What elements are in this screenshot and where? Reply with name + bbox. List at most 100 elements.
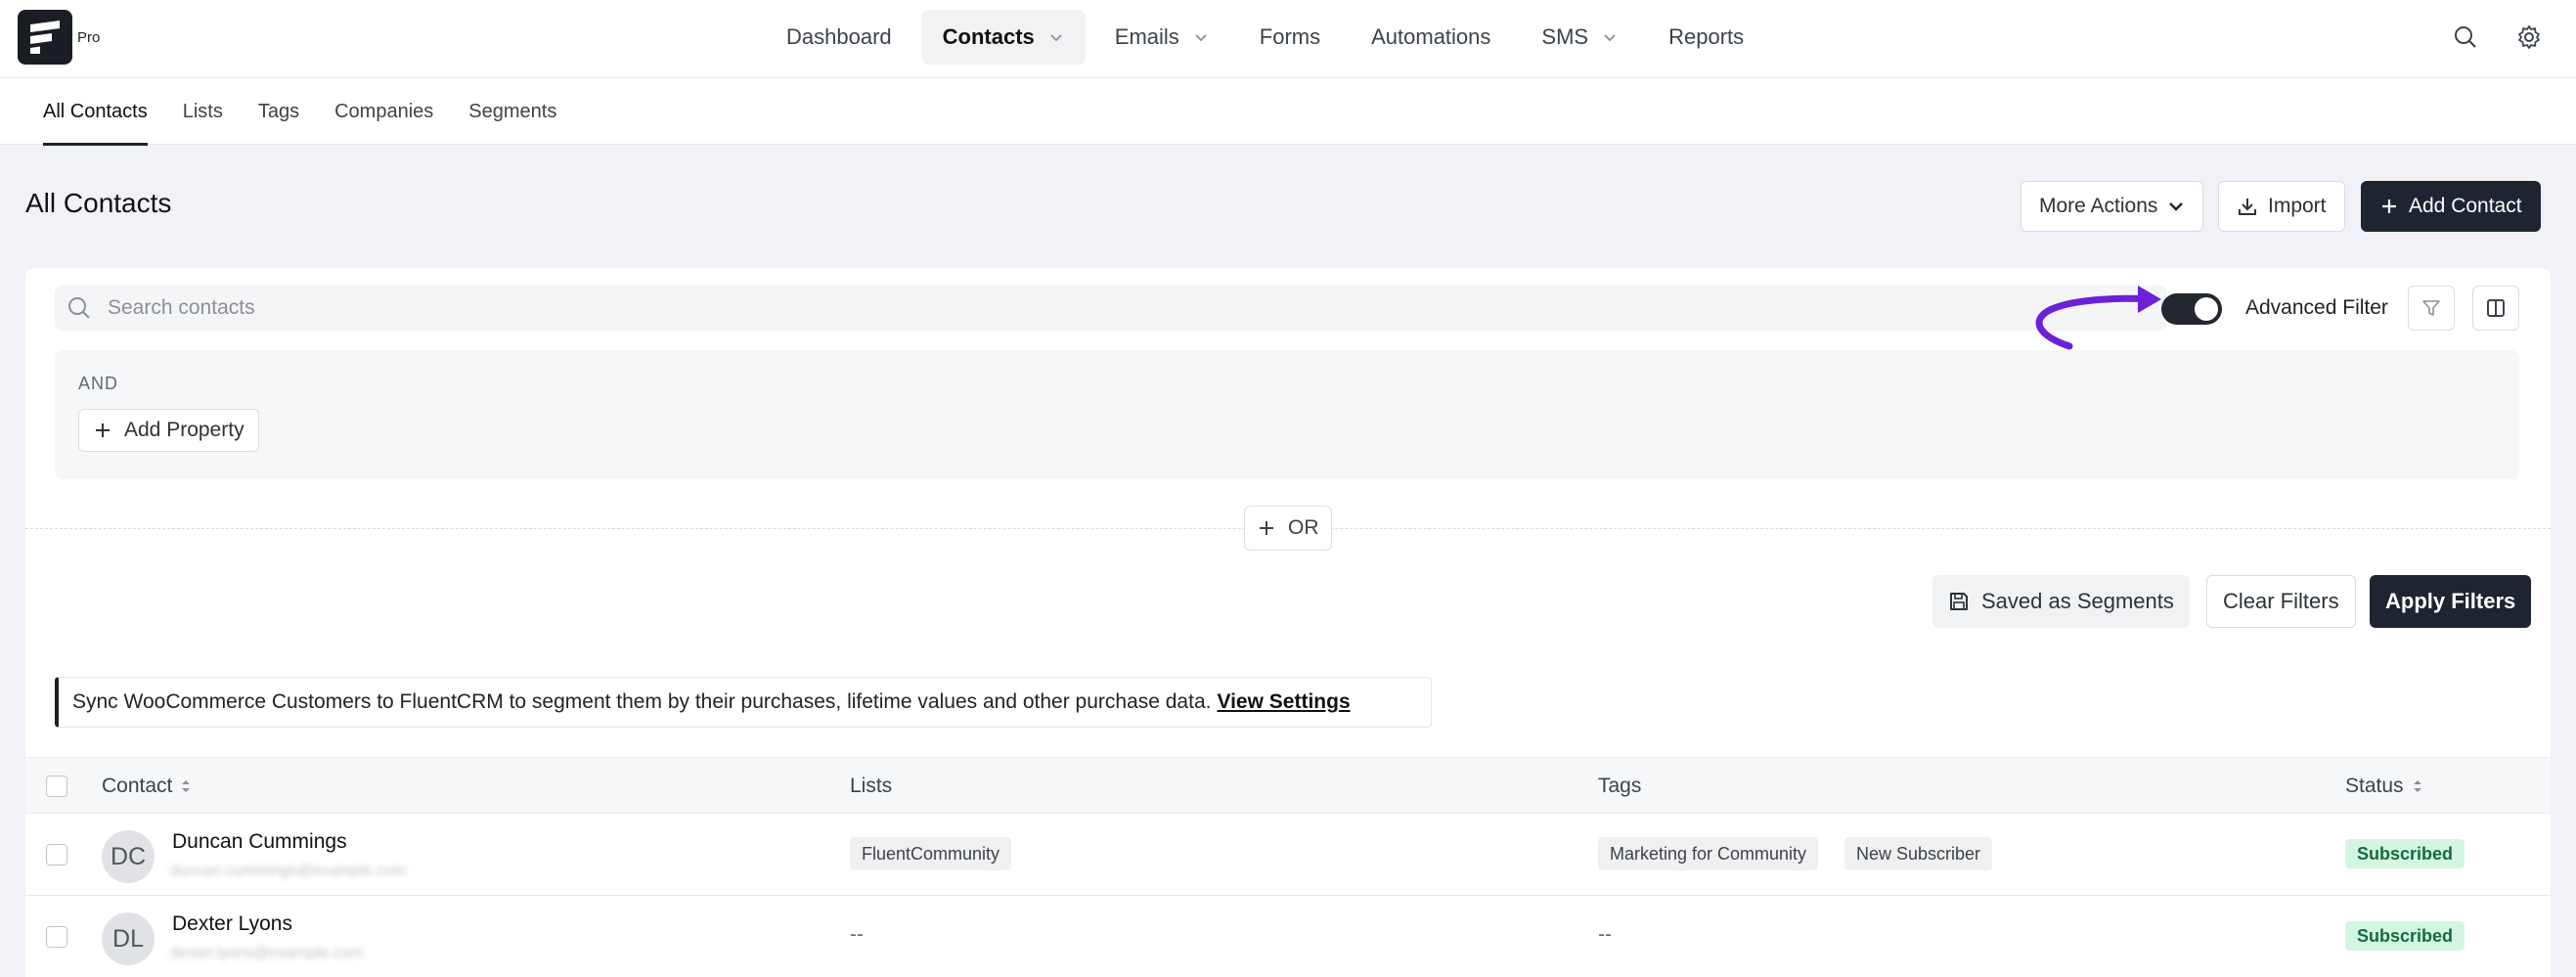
avatar: DC (102, 830, 155, 883)
search-bar (55, 286, 2167, 331)
plus-icon (96, 423, 110, 437)
notice-text: Sync WooCommerce Customers to FluentCRM … (72, 690, 1212, 713)
lists-empty: -- (850, 923, 864, 946)
saved-as-segments-label: Saved as Segments (1981, 589, 2174, 613)
status-badge: Subscribed (2345, 921, 2465, 951)
table-row[interactable]: DC Duncan Cummings duncan.cummings@examp… (25, 814, 2551, 896)
contacts-card: Advanced Filter AND Add Property OR Save… (25, 268, 2551, 977)
filter-icon (2422, 300, 2440, 316)
nav-label: Reports (1668, 24, 1745, 49)
add-property-button[interactable]: Add Property (78, 409, 259, 452)
nav-label: Emails (1114, 24, 1179, 49)
tab-all-contacts[interactable]: All Contacts (43, 78, 148, 146)
search-icon (2455, 26, 2476, 48)
annotation-arrow-icon (2035, 286, 2161, 350)
fluentcrm-logo[interactable] (18, 10, 72, 65)
row-checkbox[interactable] (46, 844, 67, 866)
contacts-subnav: All Contacts Lists Tags Companies Segmen… (0, 78, 2576, 146)
list-badge: FluentCommunity (850, 837, 1012, 870)
add-or-group-button[interactable]: OR (1244, 506, 1332, 551)
nav-label: Forms (1259, 24, 1321, 49)
columns-icon (2487, 299, 2505, 317)
tags-empty: -- (1598, 923, 1612, 946)
view-settings-link[interactable]: View Settings (1217, 690, 1350, 714)
sort-icon (2412, 778, 2423, 794)
advanced-filter-label: Advanced Filter (2245, 296, 2388, 319)
top-navigation-bar: Pro Dashboard Contacts Emails Forms Auto… (0, 0, 2576, 78)
column-label: Lists (850, 775, 893, 797)
nav-label: Automations (1371, 24, 1491, 49)
contact-name[interactable]: Dexter Lyons (172, 912, 292, 936)
search-icon (68, 297, 90, 319)
contact-email: dexter.lyons@example.com (170, 945, 363, 961)
row-checkbox[interactable] (46, 926, 67, 948)
nav-label: Dashboard (786, 24, 892, 49)
download-icon (2239, 199, 2256, 215)
main-nav: Dashboard Contacts Emails Forms Automati… (765, 10, 1765, 65)
nav-emails[interactable]: Emails (1093, 10, 1230, 65)
clear-filters-label: Clear Filters (2223, 589, 2339, 613)
nav-forms[interactable]: Forms (1238, 10, 1342, 65)
column-tags: Tags (1598, 758, 1641, 815)
filter-group: AND Add Property (55, 350, 2519, 479)
gear-icon (2518, 25, 2540, 49)
saved-as-segments-button[interactable]: Saved as Segments (1932, 575, 2190, 628)
tag-badge: New Subscriber (1844, 837, 1993, 870)
status-badge: Subscribed (2345, 839, 2465, 868)
contacts-table-header: Contact Lists Tags Status (25, 757, 2551, 814)
select-all-checkbox[interactable] (46, 776, 67, 797)
more-actions-button[interactable]: More Actions (2021, 181, 2204, 232)
tab-tags[interactable]: Tags (258, 78, 299, 145)
more-actions-label: More Actions (2039, 195, 2158, 217)
clear-filters-button[interactable]: Clear Filters (2206, 575, 2356, 628)
nav-dashboard[interactable]: Dashboard (765, 10, 913, 65)
column-lists: Lists (850, 758, 892, 815)
save-icon (1950, 593, 1968, 610)
tag-badge: Marketing for Community (1598, 837, 1819, 870)
search-input[interactable] (108, 296, 1868, 320)
nav-contacts[interactable]: Contacts (920, 10, 1086, 65)
filter-button[interactable] (2408, 286, 2455, 331)
columns-button[interactable] (2472, 286, 2519, 331)
table-row[interactable]: DL Dexter Lyons dexter.lyons@example.com… (25, 896, 2551, 977)
settings-button[interactable] (2511, 20, 2547, 55)
apply-filters-label: Apply Filters (2385, 589, 2516, 613)
column-label: Tags (1598, 775, 1642, 797)
nav-reports[interactable]: Reports (1647, 10, 1765, 65)
add-contact-button[interactable]: Add Contact (2361, 181, 2541, 232)
nav-automations[interactable]: Automations (1350, 10, 1512, 65)
contact-name[interactable]: Duncan Cummings (172, 830, 347, 854)
column-contact[interactable]: Contact (102, 758, 192, 815)
import-label: Import (2268, 195, 2327, 217)
tab-lists[interactable]: Lists (183, 78, 223, 145)
plus-icon (1260, 521, 1273, 535)
contact-email: duncan.cummings@example.com (170, 863, 407, 879)
nav-sms[interactable]: SMS (1520, 10, 1639, 65)
add-property-label: Add Property (124, 419, 244, 441)
advanced-filter-toggle[interactable] (2161, 293, 2222, 325)
tab-companies[interactable]: Companies (334, 78, 433, 145)
import-button[interactable]: Import (2218, 181, 2345, 232)
page-title: All Contacts (25, 188, 172, 218)
chevron-down-icon (1604, 34, 1616, 42)
column-status[interactable]: Status (2345, 758, 2423, 815)
chevron-down-icon (1050, 34, 1062, 42)
sort-icon (180, 778, 192, 794)
logo-mark-icon (30, 21, 60, 54)
or-label: OR (1288, 516, 1319, 539)
chevron-down-icon (1195, 34, 1207, 42)
nav-label: SMS (1541, 24, 1589, 49)
pro-badge: Pro (77, 29, 101, 46)
tab-segments[interactable]: Segments (468, 78, 556, 145)
column-label: Status (2345, 775, 2404, 797)
woocommerce-sync-notice: Sync WooCommerce Customers to FluentCRM … (55, 677, 1432, 728)
and-operator-label: AND (78, 374, 119, 393)
apply-filters-button[interactable]: Apply Filters (2370, 575, 2532, 628)
add-contact-label: Add Contact (2409, 195, 2522, 217)
plus-icon (2382, 200, 2396, 213)
avatar: DL (102, 912, 155, 965)
column-label: Contact (102, 775, 173, 797)
global-search-button[interactable] (2448, 20, 2483, 55)
nav-label: Contacts (942, 24, 1035, 49)
chevron-down-icon (2169, 202, 2184, 211)
